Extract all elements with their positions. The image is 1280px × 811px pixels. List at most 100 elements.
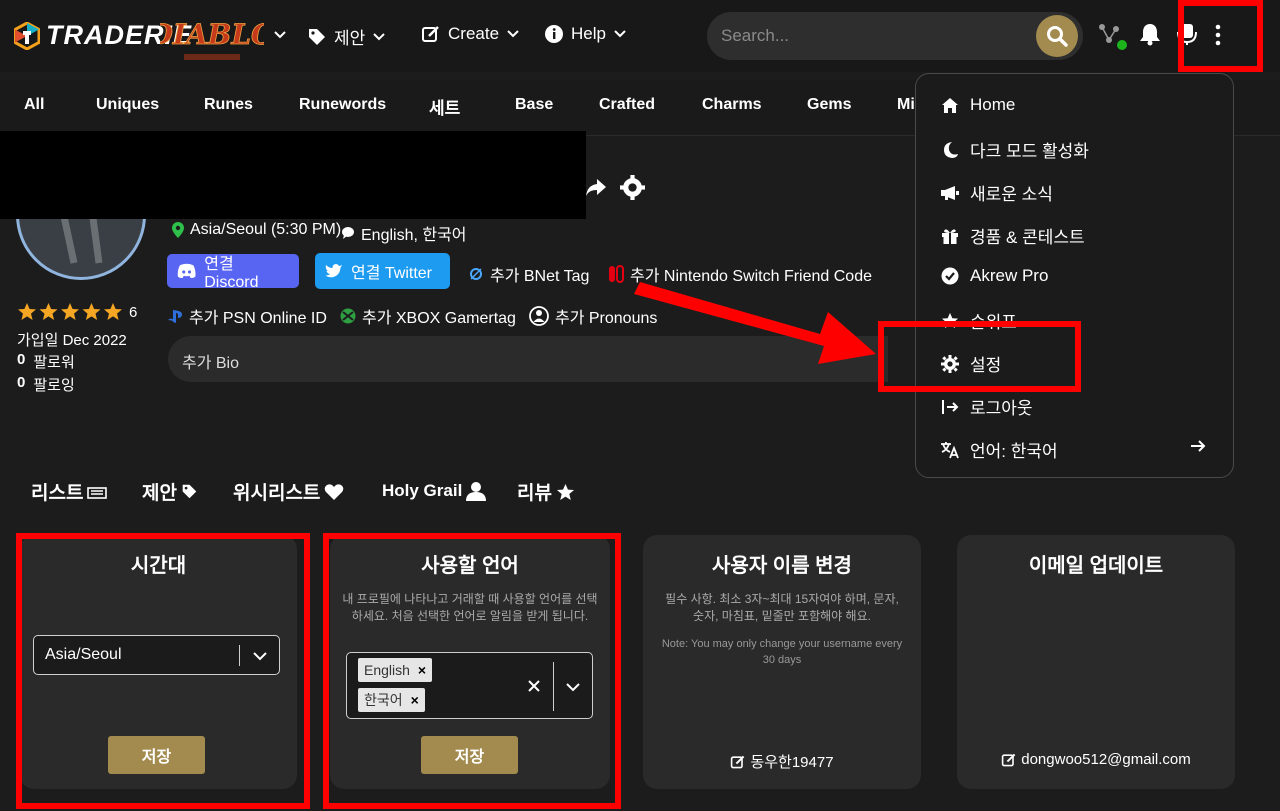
megaphone-icon — [941, 185, 959, 200]
username-card-description: 필수 사항. 최소 3자~최대 15자여야 하며, 문자, 숫자, 마침표, 밑… — [665, 592, 899, 623]
edit-icon — [731, 755, 745, 768]
tab-listings[interactable]: 리스트 — [31, 478, 108, 505]
rating: 6 — [17, 302, 137, 322]
category-charms[interactable]: Charms — [702, 96, 762, 114]
username-card-note: Note: You may only change your username … — [661, 638, 903, 666]
redacted-username-area — [0, 131, 586, 219]
rating-star — [82, 303, 101, 320]
menu-item-giveaways[interactable]: 경품 & 콘테스트 — [940, 223, 1085, 248]
category-crafted[interactable]: Crafted — [599, 96, 655, 114]
category-uniques[interactable]: Uniques — [96, 96, 159, 114]
chevron-down-icon — [507, 30, 519, 38]
category-sets[interactable]: 세트 — [429, 94, 460, 119]
notifications-button[interactable] — [1139, 22, 1161, 46]
add-xbox-gamertag-link[interactable]: 추가 XBOX Gamertag — [340, 304, 516, 328]
chevron-down-icon — [373, 32, 385, 40]
rating-stars — [18, 303, 122, 320]
email-card: 이메일 업데이트 dongwoo512@gmail.com — [957, 535, 1235, 789]
user-icon — [466, 482, 487, 501]
annotation-arrow — [634, 282, 876, 364]
email-edit[interactable]: dongwoo512@gmail.com — [957, 751, 1235, 768]
list-icon — [87, 486, 108, 499]
gift-icon — [942, 228, 958, 244]
moon-icon — [944, 141, 958, 158]
diablo-logo[interactable]: DIABLO — [160, 10, 264, 66]
category-runes[interactable]: Runes — [204, 96, 253, 114]
tab-holy-grail[interactable]: Holy Grail — [382, 481, 487, 501]
twitter-icon — [325, 264, 342, 278]
game-chevron-down-icon[interactable] — [273, 28, 287, 42]
connect-discord-button[interactable]: 연결 Discord — [167, 254, 299, 291]
nav-create[interactable]: Create — [421, 24, 520, 44]
followers[interactable]: 0 팔로워 — [17, 351, 75, 372]
nintendo-switch-icon — [609, 265, 624, 283]
share-icon[interactable] — [585, 176, 607, 198]
username-card: 사용자 이름 변경 필수 사항. 최소 3자~최대 15자여야 하며, 문자, … — [643, 535, 921, 789]
category-gems[interactable]: Gems — [807, 96, 851, 114]
logout-icon — [942, 399, 959, 414]
playstation-icon — [168, 310, 182, 323]
rating-star — [104, 303, 122, 320]
following[interactable]: 0 팔로잉 — [17, 374, 75, 395]
traderie-logo-icon — [14, 21, 40, 50]
tag-icon — [182, 484, 197, 499]
discord-icon — [177, 263, 196, 279]
profile-settings-gear-icon[interactable] — [620, 175, 645, 200]
menu-item-dark-mode[interactable]: 다크 모드 활성화 — [940, 137, 1089, 162]
tab-wishlist[interactable]: 위시리스트 — [233, 478, 344, 505]
menu-item-logout[interactable]: 로그아웃 — [940, 394, 1033, 419]
search-button[interactable] — [1036, 15, 1078, 57]
home-icon — [942, 97, 958, 113]
following-label: 팔로잉 — [33, 377, 75, 394]
email-card-title: 이메일 업데이트 — [1028, 555, 1164, 577]
chevron-down-icon — [614, 30, 626, 38]
username-card-title: 사용자 이름 변경 — [712, 555, 852, 577]
add-psn-id-link[interactable]: 추가 PSN Online ID — [167, 304, 327, 328]
top-header: TRADERIE DIABLO 제안 Create Help — [0, 0, 1280, 72]
annotation-box-menu-button — [1178, 0, 1263, 72]
info-icon — [545, 25, 563, 43]
tab-offers[interactable]: 제안 — [142, 478, 198, 505]
annotation-box-language — [323, 533, 621, 809]
nav-help-label: Help — [571, 24, 606, 43]
add-bnet-tag-link[interactable]: 추가 BNet Tag — [468, 262, 589, 286]
check-badge-icon — [941, 267, 959, 285]
bio-label: 추가 Bio — [182, 355, 240, 372]
menu-item-whats-new[interactable]: 새로운 소식 — [940, 180, 1053, 205]
rating-star — [61, 303, 79, 320]
nav-offers[interactable]: 제안 — [307, 24, 386, 49]
annotation-box-settings — [878, 321, 1081, 392]
annotation-box-timezone — [16, 533, 310, 809]
category-base[interactable]: Base — [515, 96, 553, 114]
nav-create-label: Create — [448, 24, 500, 43]
translate-icon — [941, 441, 959, 458]
category-misc[interactable]: Mi — [897, 96, 915, 114]
rating-star — [18, 303, 36, 320]
location-pin-icon — [172, 222, 184, 238]
search-input[interactable] — [721, 24, 1021, 48]
languages-display: English, 한국어 — [341, 221, 467, 245]
followers-label: 팔로워 — [33, 354, 75, 371]
nav-offers-label: 제안 — [334, 29, 366, 48]
bell-icon — [1140, 24, 1160, 46]
trade-network-button[interactable] — [1096, 22, 1128, 52]
menu-item-home[interactable]: Home — [940, 95, 1015, 115]
arrow-right-icon — [1191, 440, 1206, 452]
heart-icon — [325, 483, 344, 500]
menu-item-akrew-pro[interactable]: Akrew Pro — [940, 266, 1048, 286]
menu-item-language[interactable]: 언어: 한국어 — [940, 437, 1210, 462]
edit-icon — [422, 26, 439, 42]
rating-star — [39, 303, 58, 320]
xbox-icon — [340, 308, 356, 324]
username-edit[interactable]: 동우한19477 — [643, 751, 921, 772]
network-icon — [1099, 24, 1127, 50]
category-runewords[interactable]: Runewords — [299, 96, 386, 114]
edit-icon — [1002, 753, 1016, 766]
svg-text:DIABLO: DIABLO — [160, 18, 264, 51]
tab-reviews[interactable]: 리뷰 — [517, 478, 575, 505]
account-dropdown-menu: Home 다크 모드 활성화 새로운 소식 경품 & 콘테스트 Akrew Pr… — [915, 73, 1234, 478]
category-all[interactable]: All — [24, 96, 44, 114]
nav-help[interactable]: Help — [544, 24, 627, 44]
connect-twitter-button[interactable]: 연결 Twitter — [315, 253, 450, 289]
star-icon — [556, 483, 574, 500]
